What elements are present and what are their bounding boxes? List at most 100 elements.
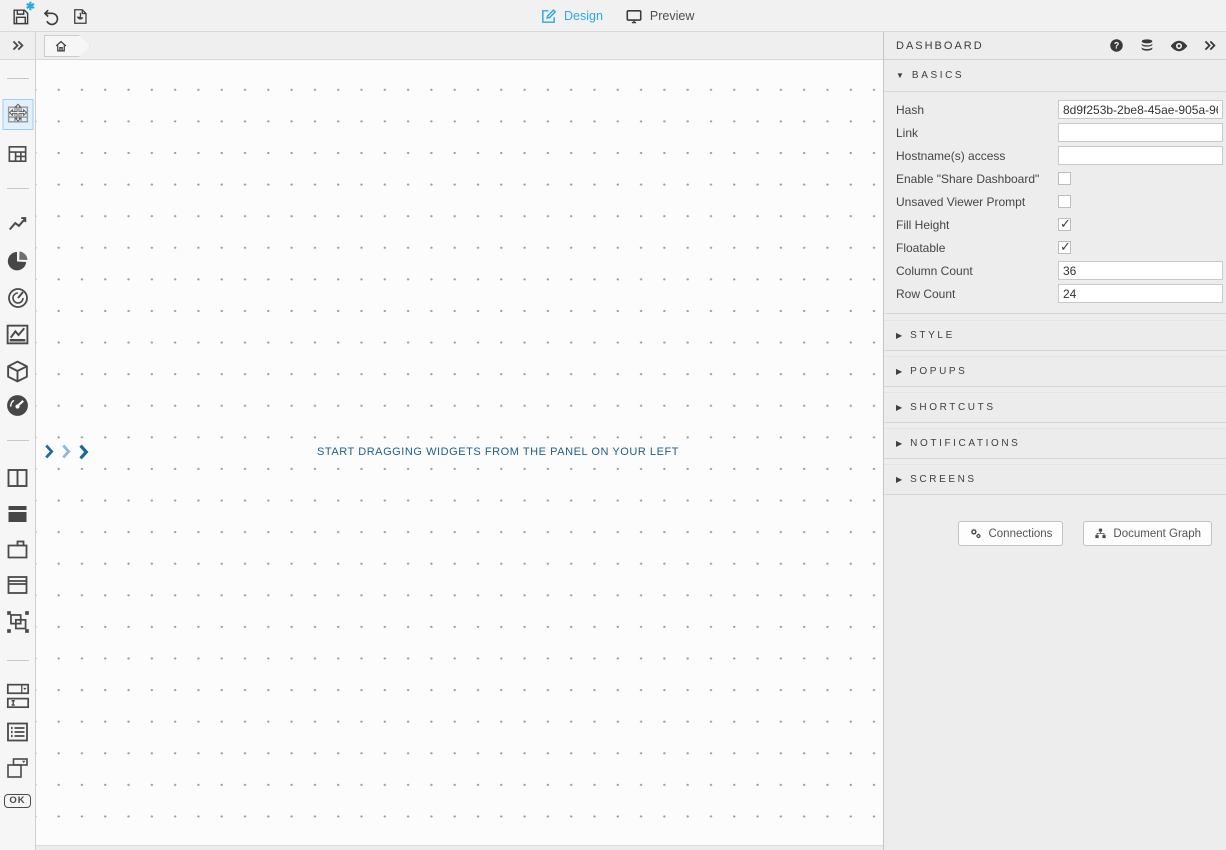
document-graph-button[interactable]: Document Graph — [1083, 521, 1212, 546]
panel-title: DASHBOARD — [896, 40, 984, 52]
help-icon: ? — [1109, 38, 1124, 53]
sidebar-item-listbox[interactable] — [4, 718, 32, 746]
sidebar-item-line-chart[interactable] — [4, 210, 32, 238]
field-label: Row Count — [896, 287, 1058, 301]
save-button[interactable]: ✱ — [8, 4, 32, 28]
panel-buttons: Connections Document Graph — [884, 500, 1226, 546]
pivot-table-icon — [6, 143, 29, 166]
sidebar-item-pie-chart[interactable] — [4, 247, 32, 275]
section-screens[interactable]: ▶ SCREENS — [884, 464, 1226, 495]
sidebar-item-ok-button[interactable]: OK — [4, 792, 32, 810]
floatable-checkbox[interactable] — [1058, 241, 1071, 254]
combobox-input-icon — [5, 682, 31, 712]
field-row-share-dashboard: Enable "Share Dashboard" — [896, 167, 1222, 190]
section-notifications[interactable]: ▶ NOTIFICATIONS — [884, 428, 1226, 459]
document-graph-button-label: Document Graph — [1113, 528, 1201, 540]
double-chevron-right-icon — [11, 40, 24, 51]
header-panel-icon — [5, 573, 30, 597]
field-row-row-count: Row Count — [896, 282, 1222, 305]
field-label: Floatable — [896, 241, 1058, 255]
collapse-panel-button[interactable] — [1203, 40, 1216, 51]
filled-panel-icon — [5, 502, 30, 526]
sitemap-icon — [1094, 527, 1107, 540]
connections-button[interactable]: Connections — [958, 521, 1063, 546]
sidebar-item-filled-panel[interactable] — [4, 500, 32, 528]
dashboard-designer-app: ✱ Design Preview — [0, 0, 1226, 850]
sidebar-item-combobox-input[interactable] — [4, 680, 32, 714]
sidebar-item-dropdown-panel[interactable] — [4, 754, 32, 782]
dropdown-panel-icon — [5, 756, 30, 780]
sidebar-item-3d-cube[interactable] — [4, 357, 32, 385]
triangle-right-icon: ▶ — [896, 331, 902, 340]
hash-input[interactable] — [1058, 100, 1223, 119]
sidebar-divider — [7, 78, 29, 79]
sidebar-item-pivot-table[interactable] — [4, 140, 32, 168]
sidebar-item-tab-container[interactable] — [4, 535, 32, 563]
line-chart-icon — [6, 213, 30, 235]
unsaved-viewer-prompt-checkbox[interactable] — [1058, 195, 1071, 208]
tab-container-icon — [5, 537, 30, 561]
triangle-down-icon: ▼ — [896, 71, 904, 80]
eye-icon — [1170, 39, 1188, 53]
help-button[interactable]: ? — [1109, 38, 1124, 53]
field-label: Enable "Share Dashboard" — [896, 172, 1058, 186]
design-pencil-icon — [540, 8, 557, 25]
cube-3d-icon — [5, 359, 30, 384]
widget-sidebar: OK — [0, 60, 36, 850]
sidebar-item-table-widget[interactable] — [2, 99, 33, 130]
triangle-right-icon: ▶ — [896, 475, 902, 484]
undo-button[interactable] — [38, 4, 62, 28]
tab-design-label: Design — [564, 9, 603, 23]
group-selection-icon — [5, 609, 31, 635]
horizontal-scrollbar[interactable] — [36, 845, 883, 850]
tab-design[interactable]: Design — [540, 8, 603, 25]
drag-direction-arrows — [44, 444, 90, 460]
breadcrumb-home[interactable] — [44, 35, 90, 57]
sidebar-item-sparkline-chart[interactable] — [4, 320, 32, 348]
visibility-button[interactable] — [1170, 39, 1188, 53]
tab-preview[interactable]: Preview — [625, 8, 694, 25]
sidebar-item-speedometer[interactable] — [4, 391, 32, 419]
pie-chart-icon — [6, 249, 30, 273]
pdf-document-icon — [71, 7, 89, 26]
sidebar-item-group-selection[interactable] — [4, 608, 32, 636]
field-row-hostname-access: Hostname(s) access — [896, 144, 1222, 167]
section-popups[interactable]: ▶ POPUPS — [884, 356, 1226, 387]
sparkline-chart-icon — [5, 322, 30, 347]
hostname-access-input[interactable] — [1058, 146, 1223, 165]
sidebar-divider — [7, 188, 29, 189]
empty-canvas-hint: START DRAGGING WIDGETS FROM THE PANEL ON… — [317, 446, 679, 458]
table-widget-icon — [5, 102, 30, 127]
section-popups-label: POPUPS — [910, 366, 967, 377]
field-label: Hash — [896, 103, 1058, 117]
field-row-fill-height: Fill Height — [896, 213, 1222, 236]
row-count-input[interactable] — [1058, 284, 1223, 303]
panel-header: DASHBOARD ? — [884, 32, 1226, 60]
top-toolbar: ✱ Design Preview — [0, 0, 1226, 32]
sidebar-item-header-panel[interactable] — [4, 571, 32, 599]
fill-height-checkbox[interactable] — [1058, 218, 1071, 231]
sidebar-item-radial-gauge[interactable] — [4, 284, 32, 312]
triangle-right-icon: ▶ — [896, 367, 902, 376]
dashboard-canvas[interactable]: START DRAGGING WIDGETS FROM THE PANEL ON… — [36, 60, 883, 850]
field-row-floatable: Floatable — [896, 236, 1222, 259]
section-style[interactable]: ▶ STYLE — [884, 320, 1226, 351]
properties-panel: DASHBOARD ? — [883, 32, 1226, 850]
section-basics[interactable]: ▼ BASICS — [884, 60, 1226, 92]
section-style-label: STYLE — [910, 330, 955, 341]
field-row-column-count: Column Count — [896, 259, 1222, 282]
sidebar-item-columns-layout[interactable] — [4, 464, 32, 492]
section-notifications-label: NOTIFICATIONS — [910, 438, 1020, 449]
preview-monitor-icon — [625, 8, 643, 25]
connections-button-label: Connections — [988, 528, 1052, 540]
datasource-button[interactable] — [1139, 38, 1155, 54]
link-input[interactable] — [1058, 123, 1223, 142]
export-pdf-button[interactable] — [68, 4, 92, 28]
speedometer-icon — [5, 393, 30, 418]
triangle-right-icon: ▶ — [896, 439, 902, 448]
expand-breadcrumb-button[interactable] — [0, 32, 36, 59]
share-dashboard-checkbox[interactable] — [1058, 172, 1071, 185]
section-shortcuts[interactable]: ▶ SHORTCUTS — [884, 392, 1226, 423]
column-count-input[interactable] — [1058, 261, 1223, 280]
section-shortcuts-label: SHORTCUTS — [910, 402, 995, 413]
